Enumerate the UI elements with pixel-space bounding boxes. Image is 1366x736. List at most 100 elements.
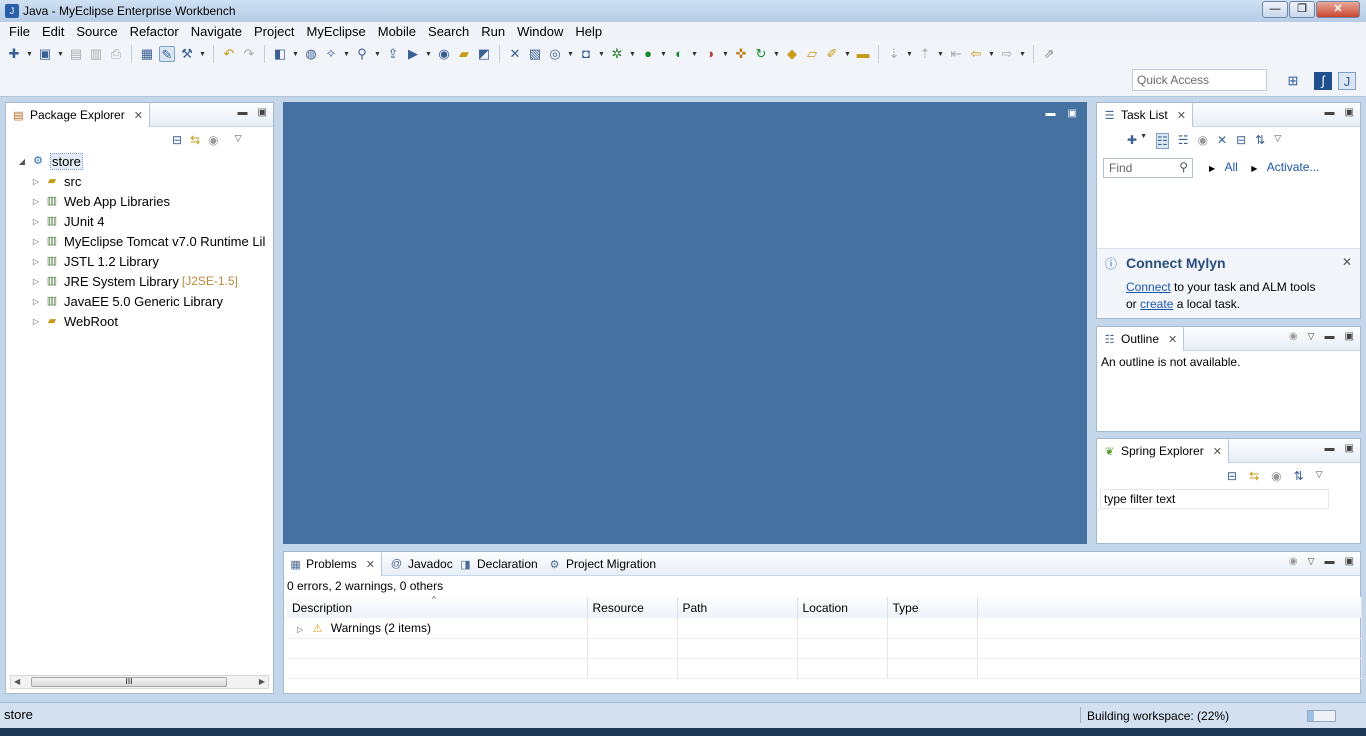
menu-edit[interactable]: Edit xyxy=(36,24,70,39)
menu-run[interactable]: Run xyxy=(475,24,511,39)
hammer-icon[interactable]: ⚒ xyxy=(179,46,195,62)
menu-myeclipse[interactable]: MyEclipse xyxy=(300,24,371,39)
menu-window[interactable]: Window xyxy=(511,24,569,39)
wizard-icon[interactable]: ✧ xyxy=(323,46,339,62)
run-config-icon[interactable]: ◐ xyxy=(671,46,687,62)
minimize-icon[interactable]: ▬ xyxy=(1325,443,1335,454)
focus-icon[interactable]: ◉ xyxy=(1289,556,1298,567)
maximize-icon[interactable]: ▣ xyxy=(258,107,267,118)
search-icon[interactable]: ⚲ xyxy=(354,46,370,62)
new-project-icon[interactable]: ▣ xyxy=(37,46,53,62)
spring-filter-input[interactable]: type filter text xyxy=(1100,489,1329,509)
tree-row[interactable]: ◢ ⚙ store xyxy=(16,151,265,171)
wizard-dropdown-icon[interactable]: ▼ xyxy=(343,51,350,58)
view-menu-icon[interactable]: ▽ xyxy=(1308,331,1315,342)
maximize-icon[interactable]: ▣ xyxy=(1345,556,1354,567)
tree-row[interactable]: ▷ ▥ MyEclipse Tomcat v7.0 Runtime Lil xyxy=(16,231,265,251)
java-perspective-icon[interactable]: J xyxy=(1338,72,1356,90)
run-server-icon[interactable]: ▶ xyxy=(405,46,421,62)
maximize-icon[interactable]: ▣ xyxy=(1345,107,1354,118)
back-icon[interactable]: ⇦ xyxy=(968,46,984,62)
tab-declaration[interactable]: ◨ Declaration xyxy=(459,552,537,576)
view-menu-icon[interactable]: ▽ xyxy=(235,133,242,147)
previous-annotation-icon[interactable]: ⇡ xyxy=(917,46,933,62)
scroll-left-icon[interactable]: ◀ xyxy=(14,677,20,686)
save-all-icon[interactable]: ▥ xyxy=(88,46,104,62)
close-window-button[interactable]: ✕ xyxy=(1316,1,1360,18)
activate-task-link[interactable]: Activate... xyxy=(1267,160,1320,174)
column-resource[interactable]: Resource xyxy=(587,597,678,618)
categorized-icon[interactable]: ☷ xyxy=(1156,133,1169,149)
minimize-icon[interactable]: ▬ xyxy=(1325,556,1335,567)
scroll-thumb[interactable]: III xyxy=(31,677,227,687)
menu-search[interactable]: Search xyxy=(422,24,475,39)
horizontal-scrollbar[interactable]: ◀ III ▶ xyxy=(10,675,269,689)
toggle-mark-occurrences-icon[interactable]: ✎ xyxy=(159,46,175,62)
new-class-icon[interactable]: ✜ xyxy=(733,46,749,62)
sort-az-icon[interactable]: ⇅ xyxy=(1294,469,1304,483)
tab-javadoc[interactable]: @ Javadoc xyxy=(390,552,453,576)
close-icon[interactable]: ✕ xyxy=(1177,109,1186,122)
myeclipse-perspective-icon[interactable]: ∫ xyxy=(1314,72,1332,90)
web-services-dropdown-icon[interactable]: ▼ xyxy=(567,51,574,58)
run-icon[interactable]: ● xyxy=(640,46,656,62)
restore-button[interactable]: ❐ xyxy=(1289,1,1315,18)
close-mylyn-icon[interactable]: ✕ xyxy=(1342,255,1352,269)
column-location[interactable]: Location xyxy=(797,597,888,618)
collapse-all-icon[interactable]: ⊟ xyxy=(1236,133,1246,149)
scheduled-icon[interactable]: ☵ xyxy=(1178,133,1189,149)
column-path[interactable]: Path xyxy=(677,597,798,618)
hammer-dropdown-icon[interactable]: ▼ xyxy=(199,51,206,58)
open-task-icon[interactable]: ◆ xyxy=(784,46,800,62)
minimize-button[interactable]: — xyxy=(1262,1,1288,18)
open-resource-icon[interactable]: ▱ xyxy=(804,46,820,62)
view-menu-icon[interactable]: ▽ xyxy=(1316,469,1323,483)
menu-refactor[interactable]: Refactor xyxy=(124,24,185,39)
tab-problems[interactable]: ▦ Problems ✕ xyxy=(284,552,382,576)
tab-task-list[interactable]: ☰ Task List ✕ xyxy=(1097,103,1193,127)
open-type-icon[interactable]: ◩ xyxy=(476,46,492,62)
pencil-dropdown-icon[interactable]: ▼ xyxy=(844,51,851,58)
previous-annotation-dropdown-icon[interactable]: ▼ xyxy=(937,51,944,58)
new-task-dropdown-icon[interactable]: ▼ xyxy=(1140,133,1147,149)
tree-row[interactable]: ▷ ▥ Web App Libraries xyxy=(16,191,265,211)
synchronize-icon[interactable]: ⇅ xyxy=(1255,133,1265,149)
back-dropdown-icon[interactable]: ▼ xyxy=(988,51,995,58)
menu-help[interactable]: Help xyxy=(569,24,608,39)
collapsed-arrow-icon[interactable]: ▷ xyxy=(30,297,42,306)
next-annotation-icon[interactable]: ⇣ xyxy=(886,46,902,62)
pencil-icon[interactable]: ✐ xyxy=(824,46,840,62)
minimize-icon[interactable]: ▬ xyxy=(1325,107,1335,118)
hide-completed-icon[interactable]: ✕ xyxy=(1217,133,1227,149)
external-tools-icon[interactable]: ◑ xyxy=(702,46,718,62)
web-services-icon[interactable]: ◎ xyxy=(547,46,563,62)
new-task-icon[interactable]: ✚ xyxy=(1127,133,1137,149)
maximize-icon[interactable]: ▣ xyxy=(1345,443,1354,454)
menu-source[interactable]: Source xyxy=(70,24,123,39)
create-link[interactable]: create xyxy=(1140,297,1173,311)
pin-icon[interactable]: ✕ xyxy=(507,46,523,62)
collapsed-arrow-icon[interactable]: ▷ xyxy=(30,257,42,266)
collapsed-arrow-icon[interactable]: ▷ xyxy=(30,317,42,326)
focus-icon[interactable]: ◉ xyxy=(208,133,218,147)
server-dropdown-icon[interactable]: ▼ xyxy=(292,51,299,58)
scroll-right-icon[interactable]: ▶ xyxy=(259,677,265,686)
editor-area[interactable]: ▬ ▣ xyxy=(283,102,1087,544)
link-with-editor-icon[interactable]: ⇆ xyxy=(190,133,200,147)
connect-link[interactable]: Connect xyxy=(1126,280,1171,294)
tab-project-migration[interactable]: ⚙ Project Migration xyxy=(548,552,656,576)
new-project-dropdown-icon[interactable]: ▼ xyxy=(57,51,64,58)
filter-all-link[interactable]: All xyxy=(1225,160,1238,174)
search-dropdown-icon[interactable]: ▼ xyxy=(374,51,381,58)
pin-editor-icon[interactable]: ⇗ xyxy=(1041,46,1057,62)
menu-navigate[interactable]: Navigate xyxy=(185,24,248,39)
collapsed-arrow-icon[interactable]: ▷ xyxy=(30,277,42,286)
open-folder-icon[interactable]: ▰ xyxy=(456,46,472,62)
maximize-icon[interactable]: ▣ xyxy=(1068,108,1077,119)
tab-outline[interactable]: ☷ Outline ✕ xyxy=(1097,327,1185,351)
web-browser-icon[interactable]: ◍ xyxy=(303,46,319,62)
minimize-icon[interactable]: ▬ xyxy=(1325,331,1335,342)
camera-icon[interactable]: ◘ xyxy=(578,46,594,62)
open-perspective-icon[interactable]: ▧ xyxy=(527,46,543,62)
menu-project[interactable]: Project xyxy=(248,24,300,39)
